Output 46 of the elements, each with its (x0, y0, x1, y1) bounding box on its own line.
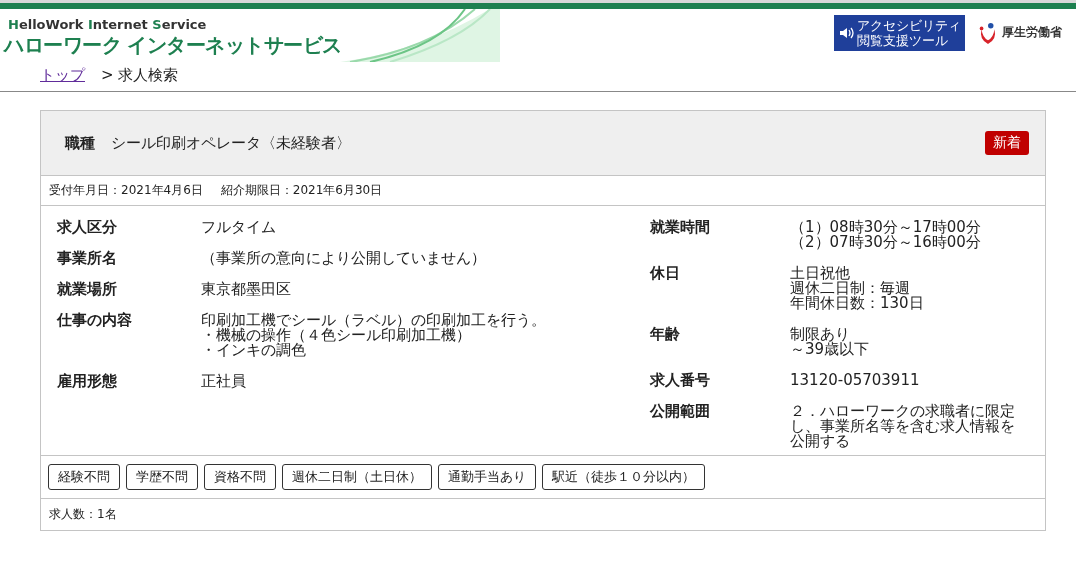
breadcrumb-link[interactable]: トップ (40, 66, 89, 85)
field-value: 土日祝他 (790, 266, 850, 281)
site-title: ハローワーク インターネットサービス (4, 32, 342, 59)
field-value: ～39歳以下 (790, 342, 871, 357)
field-value: 正社員 (201, 374, 246, 389)
field-label: 仕事の内容 (57, 313, 133, 331)
date-text: 受付年月日：2021年4月6日 (49, 182, 203, 199)
field-label: 休日 (650, 266, 681, 284)
breadcrumb-current: > 求人検索 (101, 66, 179, 85)
badge-text: 閲覧支援ツール (857, 32, 949, 48)
field-label: 年齢 (650, 327, 681, 345)
field-value: 東京都墨田区 (201, 282, 291, 297)
field-label: 雇用形態 (57, 374, 118, 389)
field-value: 制限あり (790, 327, 850, 342)
occupation-label: 職種 (65, 133, 95, 153)
field-label: 事業所名 (57, 251, 118, 266)
field-label: 就業場所 (57, 282, 118, 297)
field-value: 13120-05703911 (790, 373, 921, 388)
condition-tag: 学歴不問 (126, 464, 198, 490)
field-label: 求人番号 (650, 373, 711, 388)
accessibility-badge[interactable]: アクセシビリティ 閲覧支援ツール (834, 14, 965, 51)
field-value: ・インキの調色 (201, 343, 307, 358)
condition-tag: 駅近（徒歩１０分以内） (542, 464, 705, 490)
occupation-title: シール印刷オペレータ〈未経験者〉 (111, 133, 352, 153)
new-badge: 新着 (985, 131, 1029, 155)
field-label: 公開範囲 (650, 404, 711, 422)
field-label: 就業時間 (650, 220, 711, 238)
field-value: フルタイム (201, 220, 276, 235)
field-value: 印刷加工機でシール（ラベル）の印刷加工を行う。 (201, 313, 546, 328)
date-text: 紹介期限日：2021年6月30日 (220, 182, 383, 199)
field-value: 週休二日制：毎週 (790, 281, 911, 296)
field-value: ・機械の操作（４色シール印刷加工機） (201, 328, 471, 343)
field-value: （1）08時30分～17時00分 (790, 220, 982, 235)
field-value: 年間休日数：130日 (790, 296, 925, 311)
site-subtitle: HelloWork Internet Service (8, 17, 208, 32)
condition-tag: 資格不問 (204, 464, 276, 490)
condition-tag: 通勤手当あり (438, 464, 536, 490)
field-label: 求人区分 (57, 220, 118, 235)
field-value: （2）07時30分～16時00分 (790, 235, 982, 250)
badge-text: アクセシビリティ (857, 17, 961, 33)
field-value: （事業所の意向により公開していません） (201, 251, 486, 266)
condition-tag: 経験不問 (48, 464, 120, 490)
ministry-name: 厚生労働省 (1002, 24, 1062, 41)
openings-count: 求人数：1名 (48, 506, 118, 523)
field-value: ２．ハローワークの求職者に限定し、事業所名等を含む求人情報を公開する (790, 404, 1016, 449)
condition-tag: 週休二日制（土日休） (282, 464, 432, 490)
